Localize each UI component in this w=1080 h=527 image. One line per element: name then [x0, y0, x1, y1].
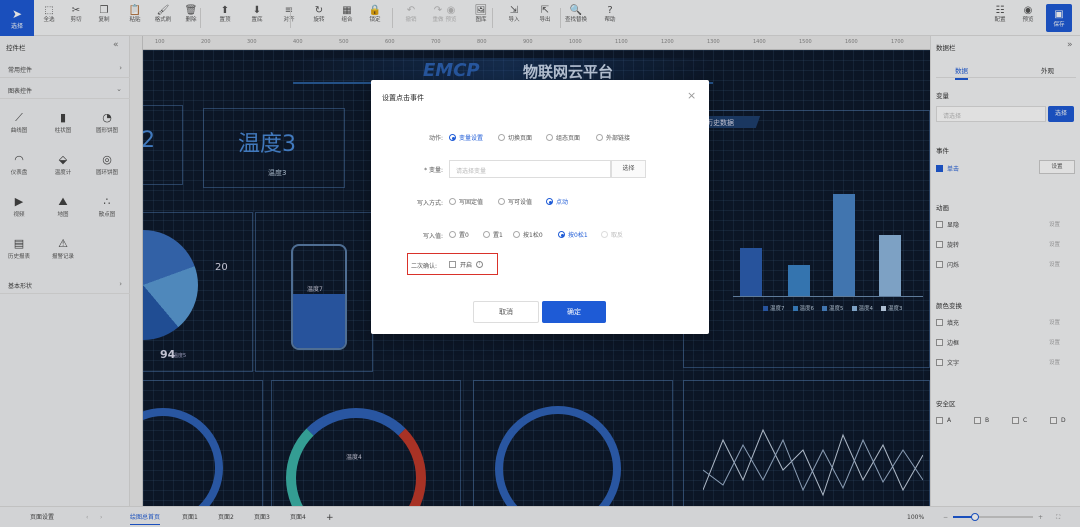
dialog-variable-select[interactable]: 选择	[611, 160, 646, 178]
radio-icon[interactable]	[546, 134, 553, 141]
write_value-option[interactable]: 置0	[449, 230, 469, 239]
write_mode-option[interactable]: 点动	[546, 197, 568, 206]
confirm-checkbox[interactable]	[449, 261, 456, 268]
close-icon[interactable]: ×	[687, 89, 696, 102]
cancel-button[interactable]: 取消	[473, 301, 539, 323]
action-option[interactable]: 组态页面	[546, 133, 580, 142]
write-mode-label: 写入方式:	[416, 200, 443, 207]
radio-icon[interactable]	[498, 134, 505, 141]
write_value-option[interactable]: 置1	[483, 230, 503, 239]
radio-icon[interactable]	[596, 134, 603, 141]
ok-button[interactable]: 确定	[542, 301, 606, 323]
action-option[interactable]: 外部链接	[596, 133, 630, 142]
write-value-label: 写入值:	[422, 233, 443, 240]
radio-icon[interactable]	[513, 231, 520, 238]
action-label: 动作:	[428, 135, 443, 142]
dialog-title: 设置点击事件	[382, 94, 424, 102]
info-icon[interactable]: !	[476, 261, 484, 268]
radio-icon[interactable]	[449, 231, 456, 238]
variable-field-label: * 变量:	[424, 167, 443, 174]
radio-icon[interactable]	[558, 231, 565, 238]
radio-icon[interactable]	[498, 198, 505, 205]
write_value-option[interactable]: 按1松0	[513, 230, 543, 239]
dialog-variable-input[interactable]: 请选择变量	[449, 160, 611, 178]
confirm-toggle[interactable]: 开启!	[449, 260, 484, 269]
click-event-dialog: 设置点击事件 × 动作: 变量设置 切换页面 组态页面 外部链接 * 变量: 请选择变…	[371, 80, 709, 334]
radio-icon[interactable]	[449, 198, 456, 205]
confirm-label: 二次确认:	[411, 263, 438, 270]
write_mode-option[interactable]: 写固定值	[449, 197, 483, 206]
radio-icon[interactable]	[601, 231, 608, 238]
radio-icon[interactable]	[546, 198, 553, 205]
write_value-option: 取反	[601, 230, 623, 239]
radio-icon[interactable]	[483, 231, 490, 238]
write_value-option[interactable]: 按0松1	[558, 230, 588, 239]
action-option[interactable]: 切换页面	[498, 133, 532, 142]
write_mode-option[interactable]: 写可设值	[498, 197, 532, 206]
radio-icon[interactable]	[449, 134, 456, 141]
action-option[interactable]: 变量设置	[449, 133, 483, 142]
